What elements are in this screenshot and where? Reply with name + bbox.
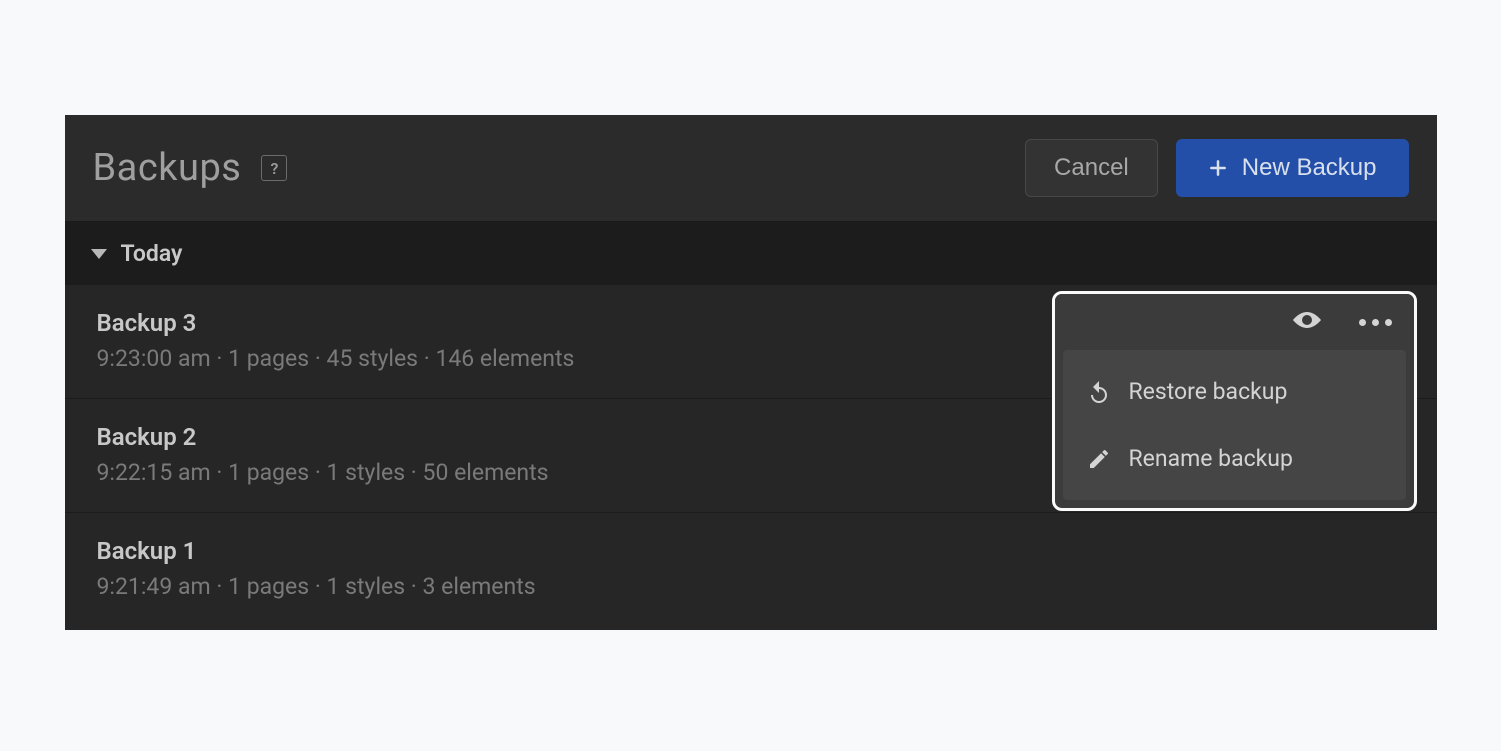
title-area: Backups ? (93, 146, 288, 190)
popover-toolbar (1055, 294, 1414, 350)
new-backup-label: New Backup (1242, 154, 1377, 182)
header-actions: Cancel New Backup (1025, 139, 1408, 197)
new-backup-button[interactable]: New Backup (1176, 139, 1409, 197)
help-icon[interactable]: ? (261, 155, 287, 181)
backup-list: Backup 3 9:23:00 am · 1 pages · 45 style… (65, 285, 1437, 630)
panel-title: Backups (93, 146, 242, 190)
backup-name: Backup 2 (97, 423, 1405, 451)
backup-meta: 9:22:15 am · 1 pages · 1 styles · 50 ele… (97, 459, 1405, 486)
caret-down-icon (91, 249, 107, 259)
backups-panel: Backups ? Cancel New Backup Today Backup… (65, 115, 1437, 630)
preview-icon[interactable] (1291, 308, 1323, 336)
backup-row[interactable]: Backup 2 9:22:15 am · 1 pages · 1 styles… (65, 399, 1437, 513)
backup-meta: 9:21:49 am · 1 pages · 1 styles · 3 elem… (97, 573, 1405, 600)
backup-row[interactable]: Backup 3 9:23:00 am · 1 pages · 45 style… (65, 285, 1437, 399)
cancel-button[interactable]: Cancel (1025, 139, 1158, 197)
backup-name: Backup 1 (97, 537, 1405, 565)
plus-icon (1208, 158, 1228, 178)
panel-header: Backups ? Cancel New Backup (65, 115, 1437, 221)
more-options-icon[interactable] (1359, 319, 1392, 326)
section-header-today[interactable]: Today (65, 221, 1437, 285)
backup-row[interactable]: Backup 1 9:21:49 am · 1 pages · 1 styles… (65, 513, 1437, 630)
section-title: Today (121, 240, 183, 267)
